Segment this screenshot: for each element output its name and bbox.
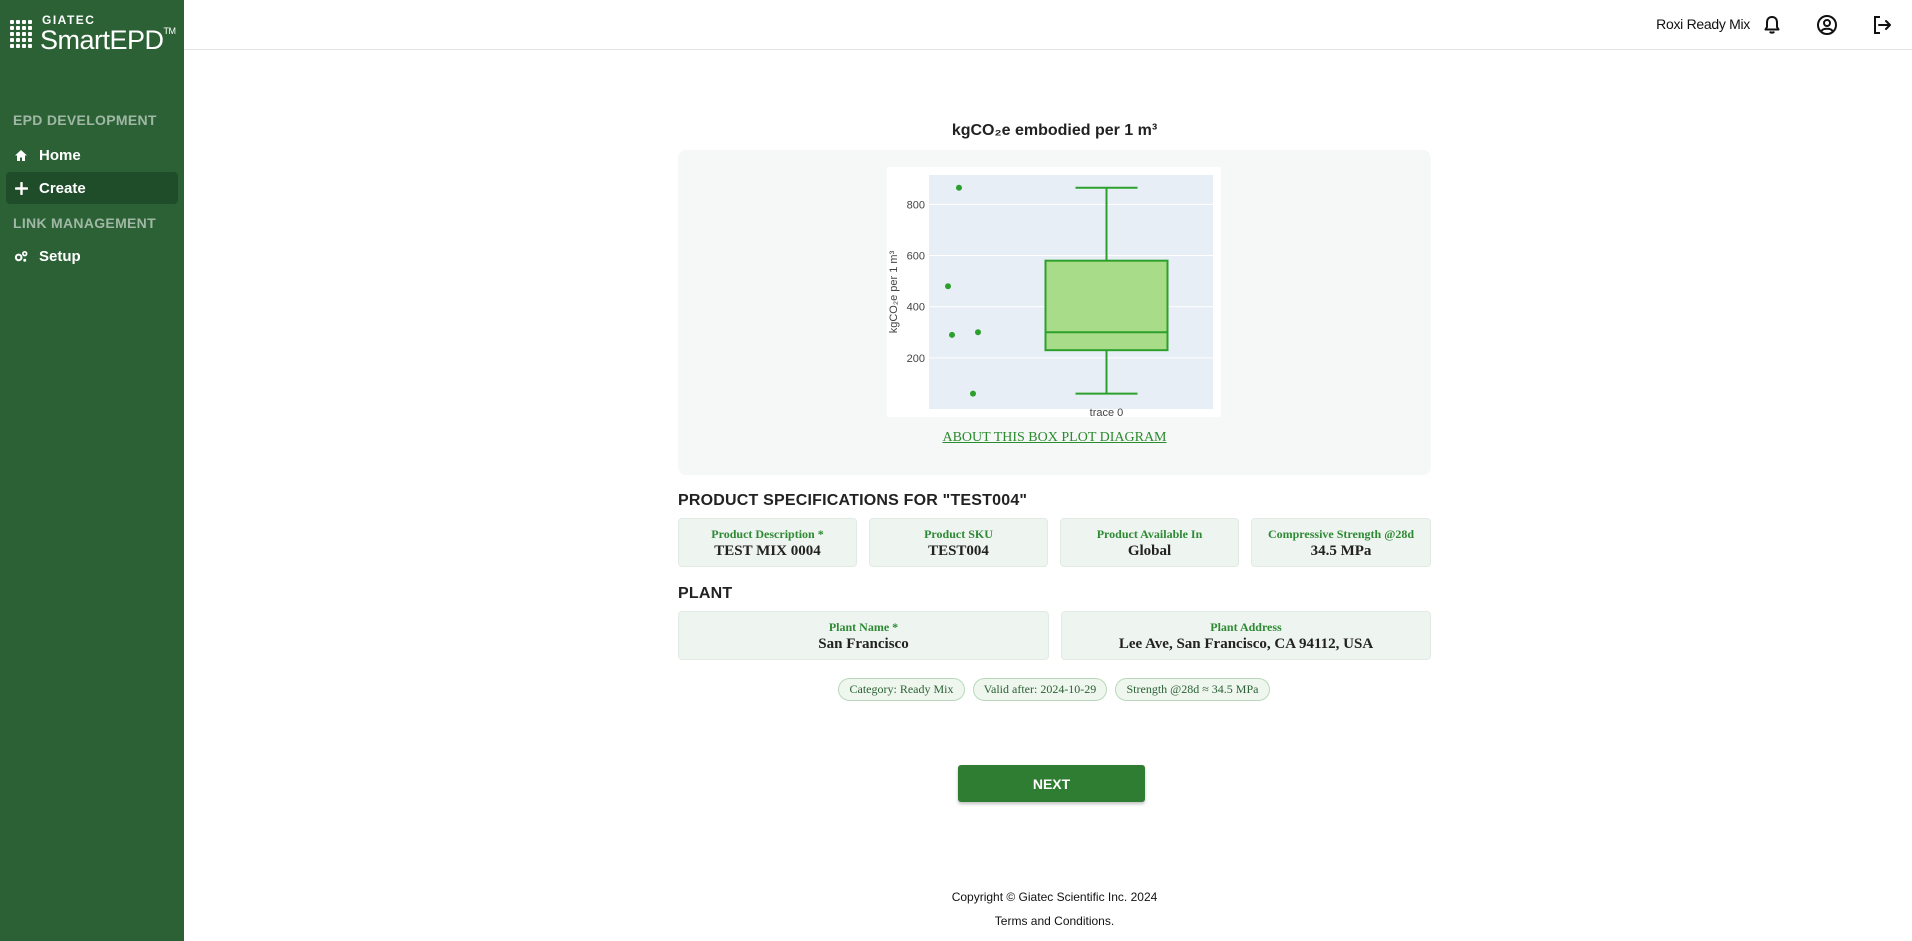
logo-product: SmartEPD xyxy=(40,25,164,55)
spec-label: Product SKU xyxy=(924,527,993,541)
box-iqr xyxy=(1044,259,1169,352)
user-circle-icon[interactable] xyxy=(1815,13,1839,37)
spec-value: San Francisco xyxy=(818,636,909,652)
sidebar-item-setup[interactable]: Setup xyxy=(6,240,178,272)
chart-card: 200 400 600 800 kgCO₂e per 1 m³ trace 0 ABOUT… xyxy=(678,150,1431,475)
spec-value: 34.5 MPa xyxy=(1310,543,1372,559)
spec-label: Plant Address xyxy=(1210,620,1282,634)
spec-plant-address: Plant Address Lee Ave, San Francisco, CA… xyxy=(1061,611,1431,660)
app-logo[interactable]: GIATEC SmartEPDTM xyxy=(10,12,176,56)
data-point xyxy=(975,329,981,336)
chip-category: Category: Ready Mix xyxy=(838,678,965,701)
sidebar: GIATEC SmartEPDTM EPD DEVELOPMENT Home C… xyxy=(0,0,184,941)
spec-value: Lee Ave, San Francisco, CA 94112, USA xyxy=(1118,636,1374,652)
account-name[interactable]: Roxi Ready Mix xyxy=(1656,16,1750,32)
spec-product-description: Product Description * TEST MIX 0004 xyxy=(678,518,857,567)
logout-icon[interactable] xyxy=(1870,13,1894,37)
logo-trademark: TM xyxy=(163,26,177,36)
box-plot[interactable]: 200 400 600 800 kgCO₂e per 1 m³ trace 0 xyxy=(887,167,1221,419)
chip-strength: Strength @28d ≈ 34.5 MPa xyxy=(1115,678,1270,701)
logo-mark-icon xyxy=(10,20,32,48)
spec-label: Plant Name * xyxy=(828,620,899,634)
spec-value: TEST004 xyxy=(928,543,989,559)
next-button[interactable]: NEXT xyxy=(958,765,1145,802)
top-bar: Roxi Ready Mix xyxy=(184,0,1912,50)
gears-icon xyxy=(14,249,28,263)
y-tick-label: 200 xyxy=(907,353,925,365)
spec-value: Global xyxy=(1127,543,1172,559)
y-tick-label: 400 xyxy=(907,302,925,314)
product-specs-heading: PRODUCT SPECIFICATIONS FOR "TEST004" xyxy=(678,492,1028,509)
bell-icon[interactable] xyxy=(1760,13,1784,37)
spec-label: Compressive Strength @28d xyxy=(1267,527,1415,541)
box-plot-svg: 200 400 600 800 kgCO₂e per 1 m³ trace 0 xyxy=(888,175,1213,419)
y-axis-label: kgCO₂e per 1 m³ xyxy=(888,250,900,333)
spec-label: Product Available In xyxy=(1096,527,1203,541)
spec-product-available-in: Product Available In Global xyxy=(1060,518,1239,567)
nav-section-epd-development: EPD DEVELOPMENT xyxy=(13,112,157,128)
x-tick-label: trace 0 xyxy=(1090,407,1124,417)
spec-compressive-strength: Compressive Strength @28d 34.5 MPa xyxy=(1251,518,1431,567)
about-box-plot-link[interactable]: ABOUT THIS BOX PLOT DIAGRAM xyxy=(678,430,1431,446)
home-icon xyxy=(14,148,28,162)
sidebar-item-label: Setup xyxy=(39,247,81,265)
plant-heading: PLANT xyxy=(678,585,733,602)
data-point xyxy=(956,184,962,191)
spec-value: TEST MIX 0004 xyxy=(714,543,821,559)
data-point xyxy=(949,331,955,338)
footer-copyright: Copyright © Giatec Scientific Inc. 2024 xyxy=(951,890,1158,904)
chip-valid-after: Valid after: 2024-10-29 xyxy=(973,678,1107,701)
data-point xyxy=(970,390,976,397)
spec-plant-name: Plant Name * San Francisco xyxy=(678,611,1049,660)
plus-icon xyxy=(14,181,28,195)
sidebar-item-home[interactable]: Home xyxy=(6,139,178,171)
sidebar-item-create[interactable]: Create xyxy=(6,172,178,204)
spec-label: Product Description * xyxy=(711,527,824,541)
spec-product-sku: Product SKU TEST004 xyxy=(869,518,1048,567)
sidebar-item-label: Create xyxy=(39,179,86,197)
sidebar-item-label: Home xyxy=(39,146,81,164)
chart-title: kgCO₂e embodied per 1 m³ xyxy=(951,122,1158,139)
nav-section-link-management: LINK MANAGEMENT xyxy=(13,215,156,231)
footer-terms-link[interactable]: Terms and Conditions. xyxy=(678,914,1431,928)
y-tick-label: 600 xyxy=(907,251,925,263)
y-tick-label: 800 xyxy=(907,199,925,211)
data-point xyxy=(945,283,951,290)
